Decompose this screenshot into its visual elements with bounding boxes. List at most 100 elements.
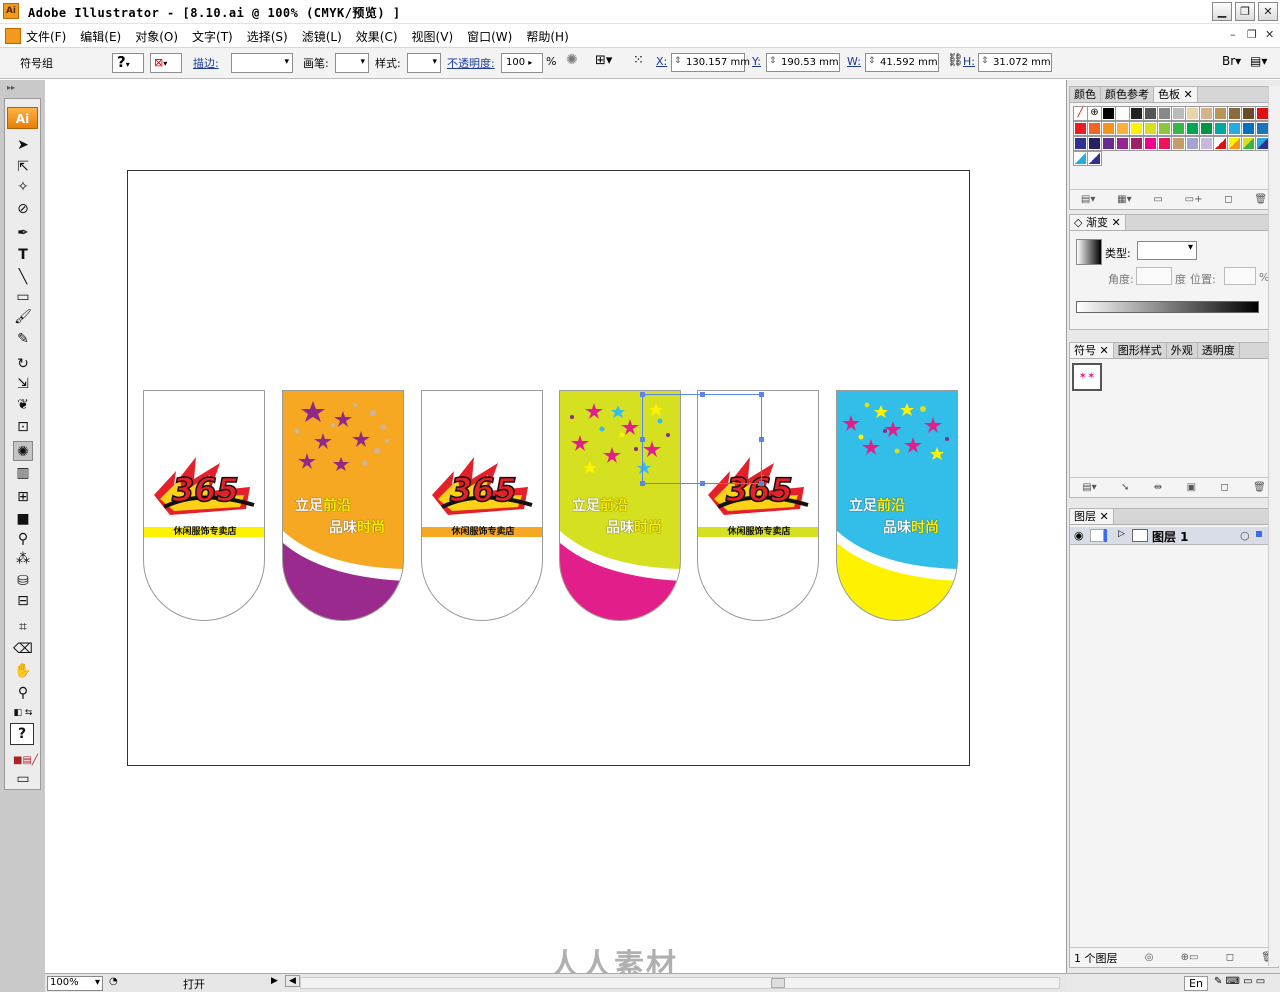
close-icon[interactable]: ✕: [1184, 88, 1193, 101]
doc-close-button[interactable]: ✕: [1265, 28, 1274, 41]
direct-selection-tool-icon[interactable]: ⇱: [13, 157, 33, 177]
selection-handle[interactable]: [640, 392, 645, 397]
pattern-swatch[interactable]: [1199, 136, 1214, 151]
canvas-area[interactable]: 365 休闲服饰专卖店 立足前沿 品味时尚 365 休闲服饰专卖店 立足前沿 品…: [45, 80, 1066, 973]
selection-handle[interactable]: [700, 481, 705, 486]
hang-tag-white-1[interactable]: 365 休闲服饰专卖店: [143, 390, 265, 621]
tab-appearance[interactable]: 外观: [1167, 343, 1198, 358]
restore-button[interactable]: ❐: [1235, 2, 1255, 21]
menu-view[interactable]: 视图(V): [412, 28, 454, 45]
swatch[interactable]: [1101, 106, 1116, 121]
tab-symbols[interactable]: 符号 ✕: [1070, 343, 1114, 358]
hang-tag-cyan[interactable]: 立足前沿 品味时尚: [836, 390, 958, 621]
show-kinds-icon[interactable]: ▦▾: [1117, 194, 1131, 205]
scroll-left-button[interactable]: ◀: [285, 975, 300, 987]
make-clipping-mask-icon[interactable]: ◎: [1145, 952, 1154, 963]
h-field[interactable]: 31.072 mm: [978, 53, 1052, 72]
swatch[interactable]: [1073, 121, 1088, 136]
scrollbar-thumb[interactable]: [771, 978, 785, 988]
swatch[interactable]: [1199, 106, 1214, 121]
swatch[interactable]: [1213, 106, 1228, 121]
close-icon[interactable]: ✕: [1100, 344, 1109, 357]
ime-icon[interactable]: ✎ ⌨ ▭ ▭: [1214, 976, 1265, 987]
close-icon[interactable]: ✕: [1100, 510, 1109, 523]
swatch[interactable]: [1185, 121, 1200, 136]
swatch[interactable]: [1115, 106, 1130, 121]
swatch[interactable]: [1129, 106, 1144, 121]
swatch[interactable]: [1143, 106, 1158, 121]
selection-handle[interactable]: [640, 481, 645, 486]
selection-indicator[interactable]: [1256, 531, 1262, 537]
swatch[interactable]: [1129, 121, 1144, 136]
screen-mode-icon[interactable]: ▭: [13, 769, 33, 789]
reference-point-icon[interactable]: ⁙: [633, 53, 644, 68]
blend-tool-icon[interactable]: ⁂: [13, 549, 33, 569]
magic-wand-tool-icon[interactable]: ✧: [13, 177, 33, 197]
document-icon[interactable]: [5, 28, 21, 44]
slice-tool-icon[interactable]: ⌗: [13, 617, 33, 637]
menu-window[interactable]: 窗口(W): [467, 28, 512, 45]
swatch[interactable]: [1157, 106, 1172, 121]
menu-object[interactable]: 对象(O): [135, 28, 178, 45]
pattern-swatch[interactable]: [1185, 136, 1200, 151]
selection-handle[interactable]: [759, 437, 764, 442]
menu-filter[interactable]: 滤镜(L): [302, 28, 342, 45]
swatch[interactable]: [1227, 106, 1242, 121]
swatch[interactable]: [1171, 121, 1186, 136]
selection-handle[interactable]: [759, 481, 764, 486]
eyedropper-tool-icon[interactable]: ⚲: [13, 529, 33, 549]
fill-color-selector[interactable]: ?▾: [112, 53, 144, 73]
swatch[interactable]: [1101, 136, 1116, 151]
star-symbol-icon[interactable]: ✶✶: [1072, 363, 1102, 391]
line-tool-icon[interactable]: ╲: [13, 267, 33, 287]
style-selector[interactable]: ▾: [407, 53, 441, 73]
tab-layers[interactable]: 图层 ✕: [1070, 509, 1114, 524]
symbol-library-icon[interactable]: ▤▾: [1082, 482, 1096, 493]
gradient-slider[interactable]: [1076, 301, 1259, 313]
gradient-swatch[interactable]: [1073, 151, 1088, 166]
trash-icon[interactable]: 🗑: [1253, 482, 1266, 493]
live-paint-selection-tool-icon[interactable]: ⊟: [13, 591, 33, 611]
swatch[interactable]: [1227, 121, 1242, 136]
selection-handle[interactable]: [759, 392, 764, 397]
mesh-tool-icon[interactable]: ⊞: [13, 487, 33, 507]
swatch[interactable]: [1199, 121, 1214, 136]
swatch[interactable]: [1087, 121, 1102, 136]
selection-handle[interactable]: [700, 392, 705, 397]
new-color-group-icon[interactable]: ▭+: [1185, 194, 1203, 205]
live-paint-bucket-tool-icon[interactable]: ⛁: [13, 571, 33, 591]
swatch[interactable]: [1171, 106, 1186, 121]
swatch[interactable]: [1241, 106, 1256, 121]
zoom-field[interactable]: 100% ▾: [47, 976, 103, 991]
bridge-icon[interactable]: Br▾: [1222, 54, 1241, 68]
swatch[interactable]: [1157, 121, 1172, 136]
control-menu-icon[interactable]: ▤▾: [1250, 54, 1267, 68]
expand-triangle-icon[interactable]: ▷: [1118, 529, 1125, 539]
constrain-link-icon[interactable]: ⛓: [947, 53, 964, 68]
tab-color[interactable]: 颜色: [1070, 87, 1101, 102]
menu-file[interactable]: 文件(F): [26, 28, 66, 45]
panel-scrollbar[interactable]: [1268, 86, 1280, 966]
gradient-swatch[interactable]: [1227, 136, 1242, 151]
hang-tag-white-2[interactable]: 365 休闲服饰专卖店: [421, 390, 543, 621]
lock-toggle[interactable]: [1090, 529, 1104, 542]
swatch[interactable]: [1115, 121, 1130, 136]
opacity-label[interactable]: 不透明度:: [447, 55, 495, 71]
swatch[interactable]: [1087, 136, 1102, 151]
new-swatch-icon[interactable]: ◻: [1224, 194, 1232, 205]
warp-tool-icon[interactable]: ❦: [13, 395, 33, 415]
type-tool-icon[interactable]: T: [13, 245, 33, 265]
language-indicator[interactable]: En: [1184, 976, 1208, 991]
color-mode-icon[interactable]: ■▤╱: [13, 751, 38, 771]
eraser-tool-icon[interactable]: ⌫: [13, 639, 33, 659]
recolor-icon[interactable]: ✺: [566, 52, 578, 68]
hang-tag-orange[interactable]: 立足前沿 品味时尚: [282, 390, 404, 621]
graph-tool-icon[interactable]: ▥: [13, 463, 33, 483]
artboard[interactable]: 365 休闲服饰专卖店 立足前沿 品味时尚 365 休闲服饰专卖店 立足前沿 品…: [127, 170, 970, 766]
doc-restore-button[interactable]: ❐: [1247, 28, 1257, 41]
break-link-icon[interactable]: ⇹: [1154, 482, 1162, 493]
new-layer-icon[interactable]: ◻: [1226, 952, 1234, 963]
swap-colors-icon[interactable]: ◧ ⇆: [13, 703, 33, 723]
close-icon[interactable]: ✕: [1111, 216, 1120, 229]
swatch-library-icon[interactable]: ▤▾: [1081, 194, 1095, 205]
